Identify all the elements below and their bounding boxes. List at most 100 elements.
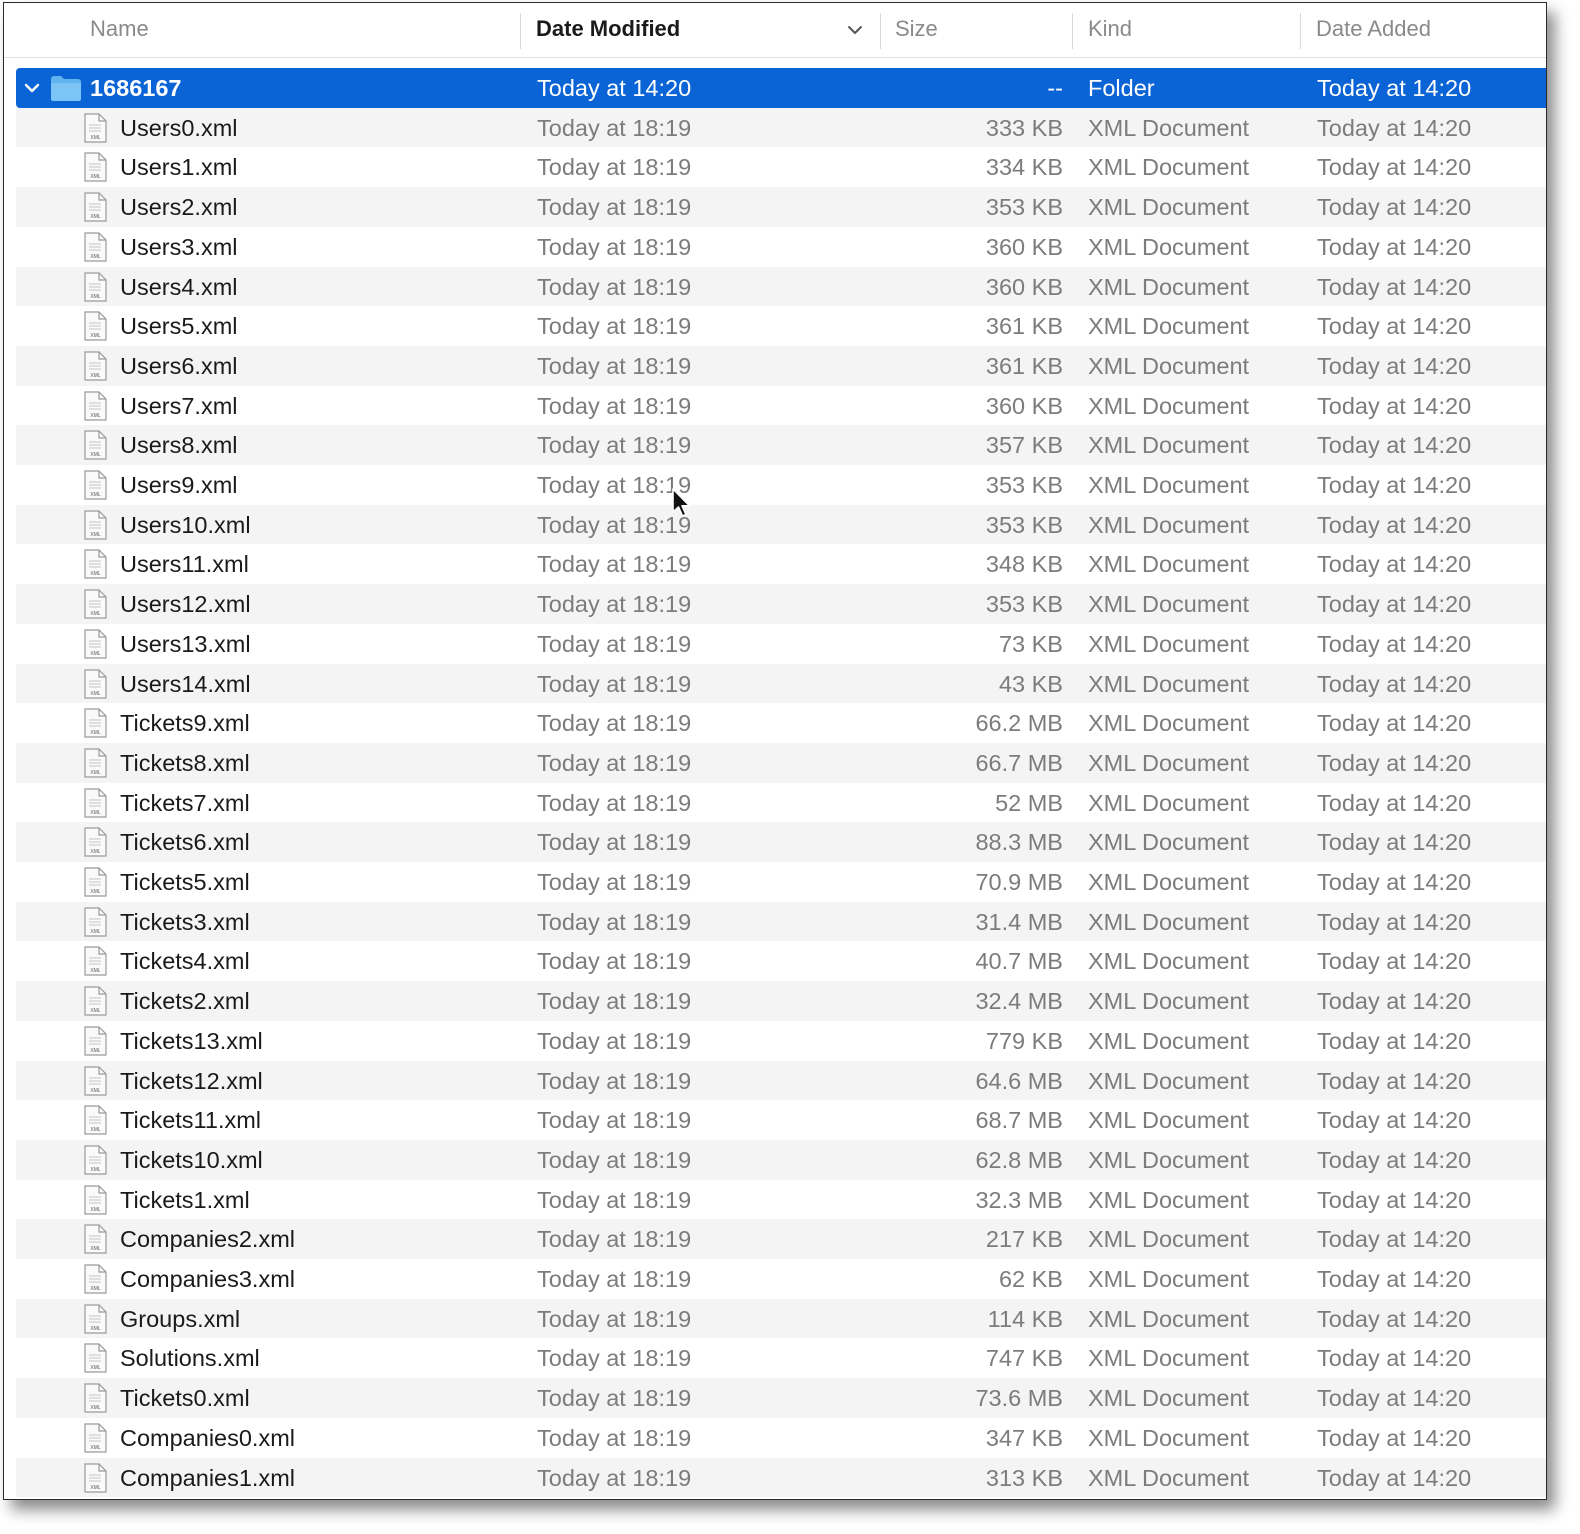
file-row[interactable]: XML Tickets5.xml Today at 18:19 70.9 MB XML … [16,862,1546,902]
file-date-added: Today at 14:20 [1317,114,1472,141]
column-header-kind[interactable]: Kind [1088,3,1132,57]
column-divider[interactable] [880,13,881,49]
svg-text:XML: XML [90,413,101,419]
file-date-modified: Today at 18:19 [537,194,692,221]
file-kind: XML Document [1088,273,1250,300]
file-row[interactable]: XML Companies3.xml Today at 18:19 62 KB XML … [16,1259,1546,1299]
file-row[interactable]: XML Tickets4.xml Today at 18:19 40.7 MB XML … [16,941,1546,981]
file-name: Groups.xml [120,1305,241,1332]
file-size: 353 KB [985,511,1063,538]
file-row[interactable]: XML Users7.xml Today at 18:19 360 KB XML Doc… [16,386,1546,426]
file-date-added: Today at 14:20 [1317,1305,1472,1332]
file-row[interactable]: XML Solutions.xml Today at 18:19 747 KB XML … [16,1338,1546,1378]
file-kind: XML Document [1088,1305,1250,1332]
svg-text:XML: XML [90,1127,101,1133]
file-date-added: Today at 14:20 [1317,749,1472,776]
file-date-added: Today at 14:20 [1317,1464,1472,1491]
file-row[interactable]: XML Users2.xml Today at 18:19 353 KB XML Doc… [16,187,1546,227]
file-row[interactable]: XML Tickets10.xml Today at 18:19 62.8 MB XML… [16,1139,1546,1180]
xml-file-icon: XML [84,192,107,222]
file-row[interactable]: XML Users5.xml Today at 18:19 361 KB XML Doc… [16,306,1546,346]
column-divider[interactable] [1300,13,1301,49]
column-divider[interactable] [1072,13,1073,49]
file-row[interactable]: XML Users12.xml Today at 18:19 353 KB XML Do… [16,584,1546,624]
chevron-down-icon[interactable] [846,21,864,39]
svg-text:XML: XML [90,492,101,498]
file-date-modified: Today at 18:19 [537,1464,692,1491]
file-date-added: Today at 14:20 [1317,1186,1472,1213]
file-name: Users12.xml [120,591,251,618]
file-row[interactable]: XML Users11.xml Today at 18:19 348 KB XML Do… [16,544,1546,584]
file-kind: XML Document [1088,948,1250,975]
folder-kind: Folder [1088,75,1155,101]
file-row[interactable]: XML Tickets0.xml Today at 18:19 73.6 MB XML … [16,1378,1546,1418]
file-size: 347 KB [985,1424,1063,1451]
file-row[interactable]: XML Users6.xml Today at 18:19 361 KB XML Doc… [16,345,1546,386]
file-size: 88.3 MB [975,829,1063,856]
file-row[interactable]: XML Tickets8.xml Today at 18:19 66.7 MB XML … [16,742,1546,783]
file-row[interactable]: XML Tickets11.xml Today at 18:19 68.7 MB XML… [16,1100,1546,1140]
file-row[interactable]: XML Companies1.xml Today at 18:19 313 KB XML… [16,1457,1546,1498]
file-date-added: Today at 14:20 [1317,472,1472,498]
xml-file-icon: XML [84,152,107,182]
file-row[interactable]: XML Tickets9.xml Today at 18:19 66.2 MB XML … [16,703,1546,743]
file-row[interactable]: XML Tickets13.xml Today at 18:19 779 KB XML … [16,1021,1546,1061]
file-kind: XML Document [1088,789,1250,816]
svg-text:XML: XML [90,849,101,855]
file-name: Users4.xml [120,273,238,300]
folder-row[interactable]: 1686167 Today at 14:20 -- Folder Today a… [16,68,1546,108]
file-row[interactable]: XML Tickets1.xml Today at 18:19 32.3 MB XML … [16,1180,1546,1220]
file-kind: XML Document [1088,908,1250,935]
file-row[interactable]: XML Tickets2.xml Today at 18:19 32.4 MB XML … [16,981,1546,1021]
file-name: Users14.xml [120,670,251,697]
file-row[interactable]: XML Groups.xml Today at 18:19 114 KB XML Doc… [16,1298,1546,1339]
svg-text:XML: XML [90,1008,101,1014]
file-row[interactable]: XML Users4.xml Today at 18:19 360 KB XML Doc… [16,266,1546,307]
disclosure-chevron-down-icon[interactable] [22,78,42,98]
column-divider[interactable] [520,13,521,49]
xml-file-icon: XML [84,1026,107,1056]
file-date-modified: Today at 18:19 [537,432,692,459]
file-row[interactable]: XML Users0.xml Today at 18:19 333 KB XML Doc… [16,107,1546,148]
file-row[interactable]: XML Users1.xml Today at 18:19 334 KB XML Doc… [16,147,1546,187]
file-row[interactable]: XML Users3.xml Today at 18:19 360 KB XML Doc… [16,227,1546,267]
file-row[interactable]: XML Users8.xml Today at 18:19 357 KB XML Doc… [16,425,1546,465]
xml-file-icon: XML [84,1105,107,1135]
file-row[interactable]: XML Users13.xml Today at 18:19 73 KB XML Doc… [16,624,1546,664]
file-kind: XML Document [1088,511,1250,538]
file-row[interactable]: XML Tickets3.xml Today at 18:19 31.4 MB XML … [16,901,1546,942]
file-row[interactable]: XML Companies0.xml Today at 18:19 347 KB XML… [16,1418,1546,1458]
svg-text:XML: XML [90,968,101,974]
file-row[interactable]: XML Tickets12.xml Today at 18:19 64.6 MB XML… [16,1060,1546,1101]
xml-file-icon: XML [84,113,107,143]
column-header-date-added[interactable]: Date Added [1316,3,1431,57]
column-header-date-modified[interactable]: Date Modified [536,3,680,57]
xml-file-icon: XML [84,986,107,1016]
file-kind: XML Document [1088,1107,1250,1134]
file-date-added: Today at 14:20 [1317,1266,1472,1292]
file-name: Tickets1.xml [120,1186,250,1213]
xml-file-icon: XML [84,787,107,818]
svg-text:XML: XML [90,889,101,895]
file-date-modified: Today at 18:19 [537,392,692,419]
file-date-modified: Today at 18:19 [537,273,692,300]
file-date-added: Today at 14:20 [1317,551,1472,578]
file-size: 334 KB [985,154,1063,181]
file-row[interactable]: XML Users10.xml Today at 18:19 353 KB XML Do… [16,504,1546,545]
xml-file-icon: XML [84,827,107,857]
file-kind: XML Document [1088,1464,1250,1491]
file-size: 114 KB [987,1305,1063,1332]
file-row[interactable]: XML Tickets7.xml Today at 18:19 52 MB XML Do… [16,783,1546,823]
column-header-name[interactable]: Name [90,3,149,57]
file-date-added: Today at 14:20 [1317,273,1472,300]
xml-file-icon: XML [84,708,107,738]
svg-text:XML: XML [90,611,101,617]
file-row[interactable]: XML Tickets6.xml Today at 18:19 88.3 MB XML … [16,822,1546,862]
svg-text:XML: XML [90,929,101,935]
file-date-modified: Today at 18:19 [537,1027,692,1054]
column-header-size[interactable]: Size [895,3,938,57]
file-row[interactable]: XML Users14.xml Today at 18:19 43 KB XML Doc… [16,663,1546,704]
file-row[interactable]: XML Companies2.xml Today at 18:19 217 KB XML… [16,1219,1546,1259]
file-size: 348 KB [985,551,1063,578]
file-row[interactable]: XML Users9.xml Today at 18:19 353 KB XML Doc… [16,465,1546,505]
